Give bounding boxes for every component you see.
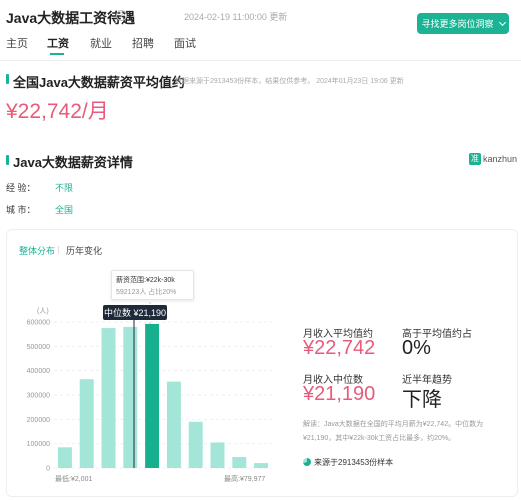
- y-tick-label: 600000: [27, 320, 50, 327]
- trend-value: 下降: [402, 389, 442, 411]
- y-tick-label: 100000: [27, 441, 50, 448]
- histogram-bar[interactable]: [254, 463, 269, 468]
- find-insights-label: 寻找更多岗位洞察: [421, 19, 494, 29]
- chevron-down-icon: [498, 18, 506, 26]
- histogram-bar[interactable]: [123, 326, 138, 468]
- x-min-label: 最低:¥2,001: [55, 474, 92, 483]
- y-tick-label: 500000: [27, 344, 50, 351]
- sample-source: 来源于2913453份样本: [314, 458, 394, 467]
- histogram-bar[interactable]: [210, 442, 225, 468]
- histogram-bar[interactable]: [79, 379, 94, 468]
- avg-stat-value: ¥22,742: [303, 337, 376, 359]
- pie-chart-icon: [303, 458, 311, 466]
- median-stat-value: ¥21,190: [303, 383, 376, 405]
- y-tick-label: 300000: [27, 393, 50, 400]
- histogram-bar[interactable]: [101, 328, 116, 468]
- tooltip-range: 薪资范围:¥22k-30k: [116, 277, 175, 284]
- histogram-bar[interactable]: [145, 323, 160, 468]
- y-tick-label: 200000: [27, 417, 50, 424]
- histogram-bar[interactable]: [166, 381, 181, 468]
- above-avg-value: 0%: [402, 337, 431, 359]
- tooltip-detail: 592123人 占比20%: [116, 289, 177, 296]
- salary-histogram: (人) 600000 500000 400000 300000 200000 100000…: [27, 298, 272, 483]
- find-insights-button[interactable]: 寻找更多岗位洞察: [417, 13, 509, 34]
- kanzhun-logo-icon: 准: [469, 153, 481, 165]
- explanation-text: 解读：Java大数据在全国的平均月薪为¥22,742。中位数为¥21,190，其…: [303, 421, 484, 442]
- y-tick-label: 400000: [27, 368, 50, 375]
- histogram-bar[interactable]: [188, 421, 203, 468]
- histogram-bar[interactable]: [232, 457, 247, 468]
- median-badge: 中位数 ¥21,190: [103, 305, 167, 320]
- y-axis-unit-label: (人): [37, 307, 49, 315]
- histogram-bar[interactable]: [57, 447, 72, 468]
- kanzhun-logo-text: kanzhun: [483, 154, 518, 164]
- x-max-label: 最高:¥79,977: [224, 474, 265, 483]
- y-tick-label: 0: [46, 466, 50, 473]
